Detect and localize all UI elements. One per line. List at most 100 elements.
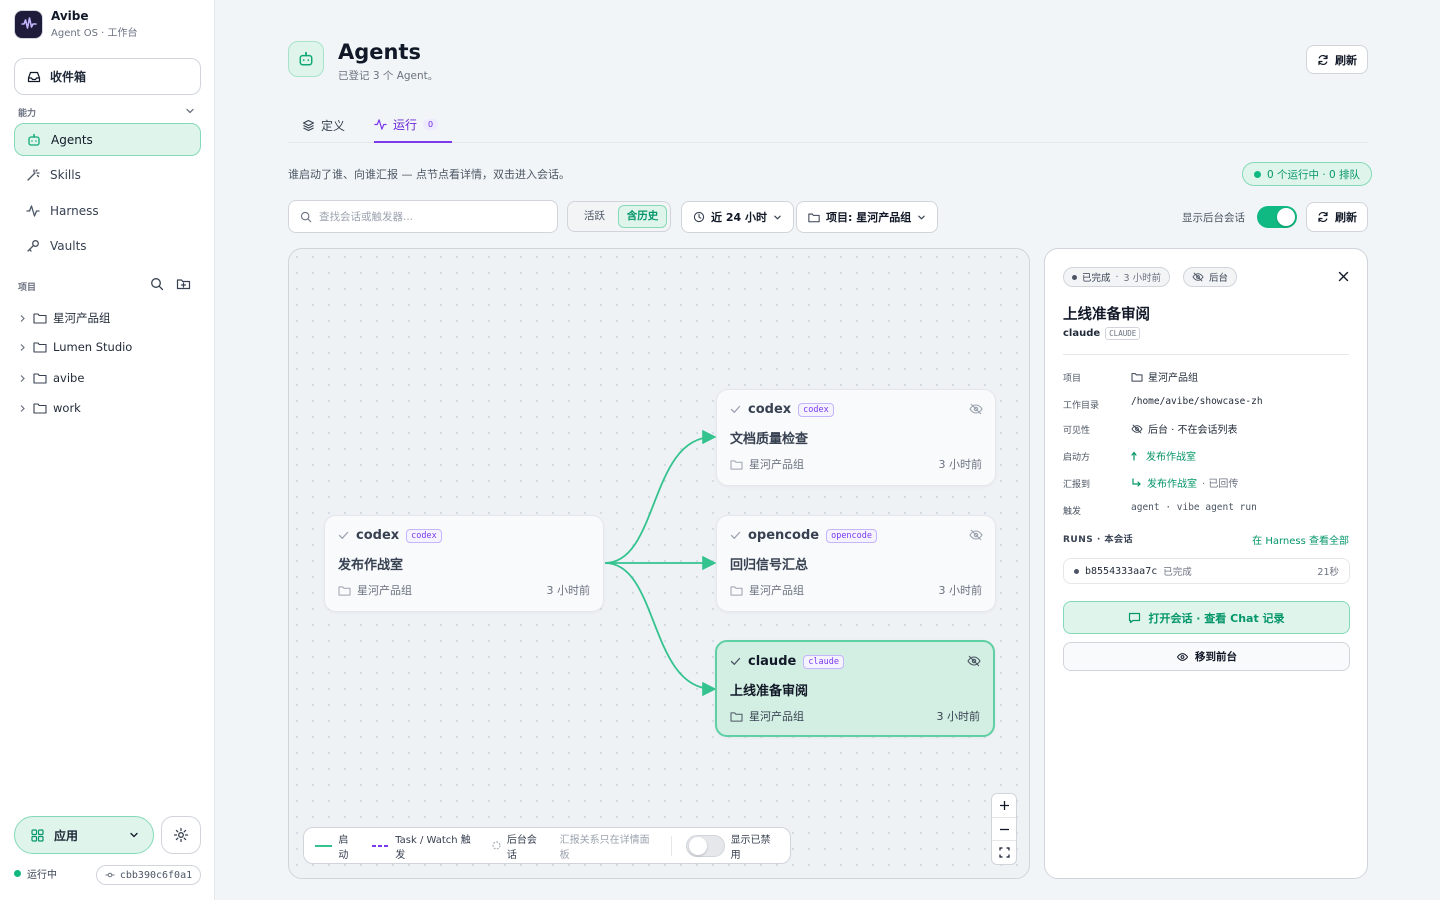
node-time: 3 小时前: [936, 710, 981, 723]
node-title: 上线准备审阅: [730, 684, 809, 699]
detail-engine: claude CLAUDE: [1063, 327, 1141, 340]
detail-title: 上线准备审阅: [1063, 307, 1150, 323]
project-tree-item[interactable]: Lumen Studio: [18, 340, 132, 354]
projects-heading: 项目: [18, 283, 37, 293]
project-filter-dropdown[interactable]: 项目: 星河产品组: [796, 201, 939, 233]
zoom-out-button[interactable]: [992, 818, 1016, 842]
field-value-visibility: 后台 · 不在会话列表: [1131, 421, 1238, 436]
corner-down-right-icon: [1131, 477, 1142, 488]
engine-tag: CLAUDE: [1105, 327, 1141, 340]
show-disabled-control: 显示已禁用: [685, 831, 779, 861]
project-value: 星河产品组: [1148, 373, 1198, 384]
node-engine: codex: [748, 402, 792, 417]
new-folder-icon[interactable]: [176, 277, 191, 291]
commit-badge[interactable]: cbb390c6f0a1: [96, 865, 201, 885]
close-icon[interactable]: [1338, 271, 1349, 282]
project-tree-item[interactable]: work: [18, 401, 81, 415]
status-chip-time: 3 小时前: [1123, 273, 1162, 284]
graph-legend: 启动 Task / Watch 触发 后台会话 汇报关系只在详情面板 显示已禁用: [303, 827, 791, 864]
show-background-label: 显示后台会话: [1182, 212, 1245, 224]
folder-icon: [338, 585, 351, 596]
sidebar-item-harness[interactable]: Harness: [14, 194, 201, 227]
field-key-starter: 启动方: [1063, 453, 1091, 463]
apps-button[interactable]: 应用: [14, 816, 154, 854]
sidebar-item-label: Vaults: [50, 238, 87, 253]
tab-label: 定义: [321, 119, 346, 133]
legend-trigger-label: Task / Watch 触发: [395, 834, 471, 861]
scope-option-history[interactable]: 含历史: [618, 205, 667, 228]
harness-view-all-link[interactable]: 在 Harness 查看全部: [1252, 532, 1349, 547]
field-key-report: 汇报到: [1063, 480, 1091, 490]
running-status-badge: 0 个运行中 · 0 排队: [1242, 162, 1373, 186]
scope-option-active[interactable]: 活跃: [571, 205, 618, 228]
run-row[interactable]: b8554333aa7c 已完成 21秒: [1063, 558, 1350, 584]
folder-icon: [33, 402, 47, 414]
project-name: work: [53, 401, 81, 415]
field-value-report[interactable]: 发布作战室 · 已回传: [1131, 475, 1238, 490]
run-status: 已完成: [1163, 567, 1192, 578]
legend-background-label: 后台会话: [506, 834, 537, 861]
legend-background: 后台会话: [492, 831, 545, 861]
visibility-value: 后台 · 不在会话列表: [1148, 425, 1238, 436]
report-link[interactable]: 发布作战室: [1147, 475, 1197, 490]
agent-node[interactable]: codex codex 发布作战室 星河产品组 3 小时前: [324, 515, 604, 612]
legend-report-note: 汇报关系只在详情面板: [559, 834, 650, 861]
eye-off-icon: [969, 403, 983, 415]
legend-trigger: Task / Watch 触发: [371, 831, 478, 861]
show-background-toggle[interactable]: [1257, 206, 1297, 228]
refresh-icon: [1317, 211, 1329, 223]
field-value-workdir: /home/avibe/showcase-zh: [1131, 396, 1263, 407]
node-project: 星河产品组: [749, 710, 804, 723]
tab-runs[interactable]: 运行 0: [374, 108, 453, 143]
agent-node[interactable]: opencode opencode 回归信号汇总 星河产品组 3 小时前: [716, 515, 996, 612]
fit-view-button[interactable]: [992, 841, 1016, 864]
field-key-visibility: 可见性: [1063, 426, 1091, 436]
tab-definitions[interactable]: 定义: [302, 108, 345, 143]
search-icon[interactable]: [150, 277, 164, 291]
node-header: opencode opencode: [730, 528, 878, 543]
field-key-project: 项目: [1063, 374, 1082, 384]
refresh-label: 刷新: [1335, 53, 1357, 67]
open-session-button[interactable]: 打开会话 · 查看 Chat 记录: [1063, 601, 1350, 634]
eye-icon: [1176, 652, 1189, 662]
check-icon: [730, 530, 741, 541]
node-footer: 星河产品组 3 小时前: [338, 582, 590, 598]
field-value-starter[interactable]: 发布作战室: [1131, 448, 1196, 463]
sidebar-item-label: Skills: [50, 167, 81, 182]
node-project: 星河产品组: [749, 584, 804, 597]
sidebar-item-agents[interactable]: Agents: [14, 123, 201, 156]
search-input[interactable]: 查找会话或触发器...: [288, 200, 558, 233]
sidebar-item-skills[interactable]: Skills: [14, 158, 201, 191]
sidebar-item-label: Harness: [50, 203, 99, 218]
open-session-label: 打开会话 · 查看 Chat 记录: [1148, 611, 1285, 625]
project-tree-item[interactable]: 星河产品组: [18, 310, 111, 326]
node-header: codex codex: [338, 528, 442, 543]
settings-button[interactable]: [161, 816, 201, 854]
move-to-foreground-button[interactable]: 移到前台: [1063, 642, 1350, 671]
background-chip-label: 后台: [1209, 273, 1229, 284]
project-filter-value: 项目: 星河产品组: [826, 211, 912, 224]
inbox-button[interactable]: 收件箱: [14, 58, 201, 95]
chevron-down-icon[interactable]: [185, 106, 195, 116]
folder-icon: [1131, 372, 1143, 382]
starter-link[interactable]: 发布作战室: [1146, 448, 1196, 463]
refresh-button[interactable]: 刷新: [1306, 45, 1368, 74]
chevron-right-icon: [18, 374, 27, 383]
run-id: b8554333aa7c: [1085, 565, 1158, 577]
eye-off-icon: [967, 655, 981, 667]
node-project: 星河产品组: [357, 584, 412, 597]
refresh-runs-button[interactable]: 刷新: [1306, 202, 1368, 232]
show-disabled-toggle[interactable]: [685, 834, 725, 857]
agent-node-selected[interactable]: claude claude 上线准备审阅 星河产品组 3 小时前: [715, 640, 995, 737]
project-tree-item[interactable]: avibe: [18, 371, 84, 385]
node-header: codex codex: [730, 402, 834, 417]
time-range-dropdown[interactable]: 近 24 小时: [681, 201, 794, 233]
node-time: 3 小时前: [938, 458, 983, 471]
divider: [1063, 354, 1349, 355]
sidebar-item-vaults[interactable]: Vaults: [14, 229, 201, 262]
agent-graph-canvas[interactable]: codex codex 发布作战室 星河产品组 3 小时前 codex code…: [288, 248, 1030, 879]
zoom-in-button[interactable]: [992, 794, 1016, 818]
brand[interactable]: Avibe Agent OS · 工作台: [14, 9, 138, 39]
brand-logo-icon: [14, 9, 43, 39]
agent-node[interactable]: codex codex 文档质量检查 星河产品组 3 小时前: [716, 389, 996, 486]
